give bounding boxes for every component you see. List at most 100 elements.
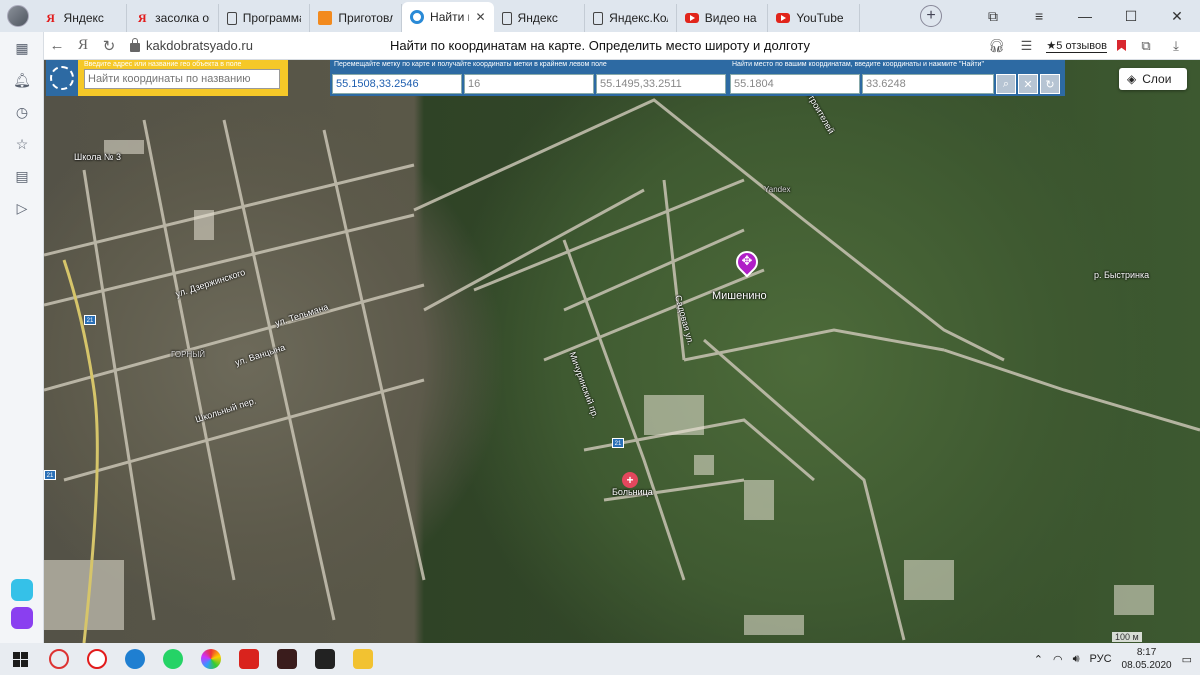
zoom-field[interactable]	[464, 74, 594, 94]
hospital-label: Больница	[612, 487, 653, 497]
tab-channel-video[interactable]: Видео на канале	[677, 4, 769, 32]
refresh-icon[interactable]: ↻	[1040, 74, 1060, 94]
new-tab-button[interactable]: +	[920, 5, 943, 27]
tab-tv-program[interactable]: Программа передач	[219, 4, 311, 32]
taskbar-app-1[interactable]	[40, 643, 78, 675]
tab-yandex-collections[interactable]: Яндекс.Коллекции	[585, 4, 677, 32]
orange-site-icon	[318, 11, 333, 25]
yandex-icon: Я	[46, 10, 55, 25]
taskbar-app-dark[interactable]	[268, 643, 306, 675]
language-indicator[interactable]: РУС	[1090, 653, 1112, 665]
headphones-icon[interactable]: 🎧︎	[986, 38, 1006, 54]
url-field[interactable]: kakdobratsyado.ru	[130, 38, 253, 53]
extensions-icon[interactable]: ⧉	[1136, 38, 1156, 54]
river-label: р. Быстринка	[1094, 270, 1150, 280]
youtube-icon	[684, 13, 699, 23]
windows-taskbar: ⌃ ◠ 🔊︎ РУС 8:17 08.05.2020 ▭	[0, 643, 1200, 675]
reload-icon[interactable]: ↻	[96, 32, 122, 60]
maximize-icon[interactable]: ☐	[1108, 0, 1154, 32]
alice-app-icon[interactable]	[11, 607, 33, 629]
site-icon	[410, 10, 425, 24]
hospital-icon[interactable]: +	[622, 472, 638, 488]
tab-coordinates[interactable]: Найти по координатам✕	[402, 2, 494, 32]
reviews-link[interactable]: ★5 отзывов	[1046, 39, 1107, 53]
location-marker-pin[interactable]: ✥	[731, 246, 763, 281]
taskbar-edge[interactable]	[116, 643, 154, 675]
close-window-icon[interactable]: ✕	[1154, 0, 1200, 32]
whatsapp-icon	[163, 649, 183, 669]
folder-icon	[353, 649, 373, 669]
document-icon	[593, 11, 604, 25]
road-sign: 21	[44, 470, 56, 480]
close-tab-icon[interactable]: ✕	[475, 10, 485, 24]
tab-yandex[interactable]: Я Яндекс	[36, 4, 128, 32]
notifications-icon[interactable]: ▭	[1182, 653, 1192, 666]
lock-icon	[130, 38, 140, 52]
notifications-icon[interactable]: 🔔︎	[0, 64, 44, 96]
start-button[interactable]	[0, 651, 40, 667]
latitude-input[interactable]	[730, 74, 860, 94]
taskbar-yandex-browser[interactable]	[78, 643, 116, 675]
browser-sidebar: ▦ 🔔︎ ◷ ☆ ▤ ▷	[0, 32, 44, 643]
app-dark-icon	[277, 649, 297, 669]
taskbar-whatsapp[interactable]	[154, 643, 192, 675]
messenger-app-icon[interactable]	[11, 579, 33, 601]
tab-youtube[interactable]: YouTube	[768, 4, 861, 32]
tabs-overview-icon[interactable]: ⧉	[970, 0, 1016, 32]
wifi-icon[interactable]: ◠	[1053, 653, 1063, 666]
media-player-icon	[315, 649, 335, 669]
marker-coords-field[interactable]	[332, 74, 462, 94]
tab-strip: ЯЯндекс Язасолка огурцов Программа перед…	[0, 0, 1200, 32]
tray-chevron-icon[interactable]: ⌃	[1034, 653, 1043, 666]
menu-icon[interactable]: ≡	[1016, 0, 1062, 32]
taskbar-app-d[interactable]	[230, 643, 268, 675]
road-sign: 21	[84, 315, 96, 325]
map-roads	[44, 98, 1200, 643]
map-scale: 100 м	[1112, 632, 1142, 642]
yandex-icon: Я	[137, 10, 147, 25]
taskbar-media-player[interactable]	[306, 643, 344, 675]
layers-button[interactable]: ◈ Слои	[1119, 68, 1187, 90]
clock[interactable]: 8:17 08.05.2020	[1122, 646, 1172, 672]
download-icon[interactable]: ⤓	[1166, 38, 1186, 54]
tab-cooking[interactable]: Приготовление	[310, 4, 403, 32]
road-sign: 21	[612, 438, 624, 448]
volume-icon[interactable]: 🔊︎	[1073, 653, 1080, 666]
layers-icon: ◈	[1127, 72, 1137, 86]
top-left-coords-field[interactable]	[596, 74, 726, 94]
bookmark-icon[interactable]	[1117, 40, 1126, 51]
site-logo-icon[interactable]	[46, 60, 78, 96]
edge-icon	[125, 649, 145, 669]
coordinates-panel: Перемещайте метку по карте и получайте к…	[330, 60, 1065, 96]
youtube-icon	[776, 13, 791, 23]
services-grid-icon[interactable]: ▦	[0, 32, 44, 64]
history-icon[interactable]: ◷	[0, 96, 44, 128]
search-icon[interactable]: ⌕	[996, 74, 1016, 94]
find-hint: Найти место по вашим координатам, введит…	[732, 61, 984, 68]
app-d-icon	[239, 649, 259, 669]
satellite-map[interactable]: Мишенино Больница р. Быстринка ГОРНЫЙ Шк…	[44, 60, 1200, 643]
favorites-icon[interactable]: ☆	[0, 128, 44, 160]
document-icon	[226, 11, 237, 25]
document-icon	[501, 11, 512, 25]
media-play-icon[interactable]: ▷	[0, 192, 44, 224]
collections-icon[interactable]: ▤	[0, 160, 44, 192]
yandex-logo-icon[interactable]: Я	[70, 32, 96, 60]
clear-icon[interactable]: ✕	[1018, 74, 1038, 94]
profile-avatar[interactable]	[0, 0, 36, 32]
windows-icon	[12, 651, 28, 667]
search-by-name-panel: Введите адрес или название гео объекта в…	[78, 60, 288, 96]
reader-icon[interactable]: ☰	[1016, 38, 1036, 54]
yandex-browser-icon	[87, 649, 107, 669]
tab-pickles[interactable]: Язасолка огурцов	[127, 4, 219, 32]
address-bar: ← Я ↻ kakdobratsyado.ru Найти по координ…	[0, 32, 1200, 60]
minimize-icon[interactable]: —	[1062, 0, 1108, 32]
longitude-input[interactable]	[862, 74, 994, 94]
place-label-mishenino: Мишенино	[712, 290, 767, 302]
taskbar-photos[interactable]	[192, 643, 230, 675]
search-by-name-input[interactable]	[84, 69, 280, 89]
taskbar-explorer[interactable]	[344, 643, 382, 675]
back-icon[interactable]: ←	[44, 32, 70, 60]
school-label: Школа № 3	[74, 152, 122, 162]
tab-yandex-2[interactable]: Яндекс	[494, 4, 586, 32]
